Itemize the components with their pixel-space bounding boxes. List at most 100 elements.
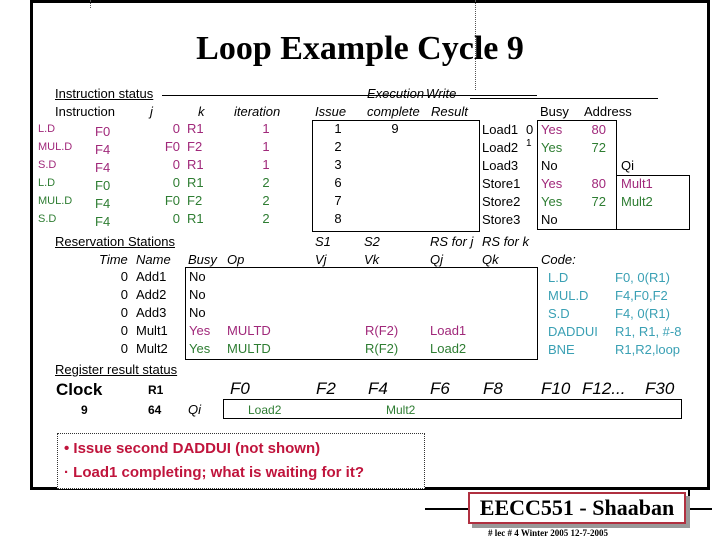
instr-j: 0 — [172, 157, 180, 172]
buffer-qi: Mult2 — [621, 194, 653, 209]
instr-j: 0 — [172, 175, 180, 190]
buffer-busy: Yes — [541, 140, 563, 155]
footer-connector-right — [688, 488, 712, 510]
rs-name: Add3 — [136, 305, 167, 320]
header-k: k — [198, 104, 205, 119]
rs-op: MULTD — [227, 341, 271, 356]
instr-j: F0 — [164, 193, 180, 208]
instr-issue: 8 — [334, 211, 342, 226]
buffer-busy: No — [541, 158, 558, 173]
buffer-busy: No — [541, 212, 558, 227]
instr-k: R1 — [187, 175, 204, 190]
register-header: F8 — [483, 379, 503, 398]
instr-issue: 1 — [334, 121, 342, 136]
instruction-status-label: Instruction status — [55, 86, 154, 101]
buffer-name: Store1 — [482, 176, 521, 191]
instruction-status-rule — [162, 95, 537, 96]
instr-op: MUL.D — [38, 141, 73, 153]
instr-issue: 2 — [334, 139, 342, 154]
instr-j: 0 — [172, 121, 180, 136]
rs-qj: Load2 — [430, 341, 467, 356]
instr-dest: F4 — [95, 214, 111, 229]
code-op: L.D — [548, 270, 569, 285]
register-header: F10 — [541, 379, 571, 398]
instr-k: R1 — [187, 211, 204, 226]
rs-time: 0 — [120, 341, 128, 356]
header-qi: Qi — [621, 158, 634, 173]
reservation-stations-label: Reservation Stations — [55, 234, 175, 249]
instr-issue: 7 — [334, 193, 342, 208]
header-result: Result — [431, 104, 468, 119]
header-s2: S2 — [364, 234, 380, 249]
register-header: F0 — [230, 379, 250, 398]
header-j: j — [150, 104, 153, 119]
clock-label: Clock — [56, 380, 103, 399]
header-complete: complete — [367, 104, 420, 119]
instr-dest: F0 — [95, 124, 111, 139]
header-address: Address — [584, 104, 632, 119]
header-issue: Issue — [315, 104, 347, 119]
instr-j: 0 — [172, 211, 180, 226]
rs-name: Mult1 — [136, 323, 168, 338]
buffer-address: 80 — [591, 122, 606, 137]
rs-busy: No — [189, 269, 206, 284]
instr-k: F2 — [187, 193, 203, 208]
buffer-busy: Yes — [541, 122, 563, 137]
instr-dest: F4 — [95, 196, 111, 211]
instr-iteration: 2 — [262, 193, 270, 208]
buffer-busy: Yes — [541, 194, 563, 209]
code-args: R1,R2,loop — [615, 342, 681, 357]
r1-label: R1 — [148, 383, 164, 397]
rs-name: Mult2 — [136, 341, 168, 356]
instr-iteration: 2 — [262, 211, 270, 226]
instr-op: S.D — [38, 159, 57, 171]
rs-busy: Yes — [189, 323, 211, 338]
instr-issue: 6 — [334, 175, 342, 190]
instr-k: R1 — [187, 121, 204, 136]
rs-vk: R(F2) — [365, 323, 399, 338]
register-qi-value: Mult2 — [386, 403, 416, 417]
slide-title: Loop Example Cycle 9 — [196, 30, 524, 67]
buffer-marker: 1 — [526, 138, 532, 149]
footer-connector-left — [425, 508, 470, 510]
buffer-name: Load3 — [482, 158, 519, 173]
code-op: MUL.D — [548, 288, 589, 303]
code-label: Code: — [541, 252, 576, 267]
register-header: F6 — [430, 379, 450, 398]
code-op: S.D — [548, 306, 570, 321]
instr-iteration: 2 — [262, 175, 270, 190]
rs-time: 0 — [120, 305, 128, 320]
note-load1-completing: · Load1 completing; what is waiting for … — [64, 464, 364, 481]
notes-callout: • Issue second DADDUI (not shown) · Load… — [57, 433, 425, 489]
buffer-name: Store2 — [482, 194, 521, 209]
instr-dest: F4 — [95, 142, 111, 157]
header-name: Name — [136, 252, 171, 267]
rs-vk: R(F2) — [365, 341, 399, 356]
r1-value: 64 — [148, 403, 162, 417]
header-busy: Busy — [540, 104, 569, 119]
instr-issue: 3 — [334, 157, 342, 172]
instr-op: L.D — [38, 177, 56, 189]
code-args: F4, 0(R1) — [615, 306, 670, 321]
instr-k: R1 — [187, 157, 204, 172]
instr-j: F0 — [164, 139, 180, 154]
rs-busy: No — [189, 305, 206, 320]
register-header: F2 — [316, 379, 336, 398]
instr-op: L.D — [38, 123, 56, 135]
header-execution: Execution — [367, 86, 425, 101]
rs-time: 0 — [120, 269, 128, 284]
instr-iteration: 1 — [262, 139, 270, 154]
code-op: BNE — [548, 342, 575, 357]
instr-op: S.D — [38, 213, 57, 225]
rs-qj: Load1 — [430, 323, 467, 338]
rs-busy: No — [189, 287, 206, 302]
instr-iteration: 1 — [262, 157, 270, 172]
buffers-rule — [470, 98, 658, 99]
header-iteration: iteration — [234, 104, 281, 119]
register-header: F12... — [582, 379, 626, 398]
register-qi-value: Load2 — [248, 403, 282, 417]
instr-iteration: 1 — [262, 121, 270, 136]
rs-time: 0 — [120, 323, 128, 338]
instr-op: MUL.D — [38, 195, 73, 207]
code-args: F0, 0(R1) — [615, 270, 670, 285]
